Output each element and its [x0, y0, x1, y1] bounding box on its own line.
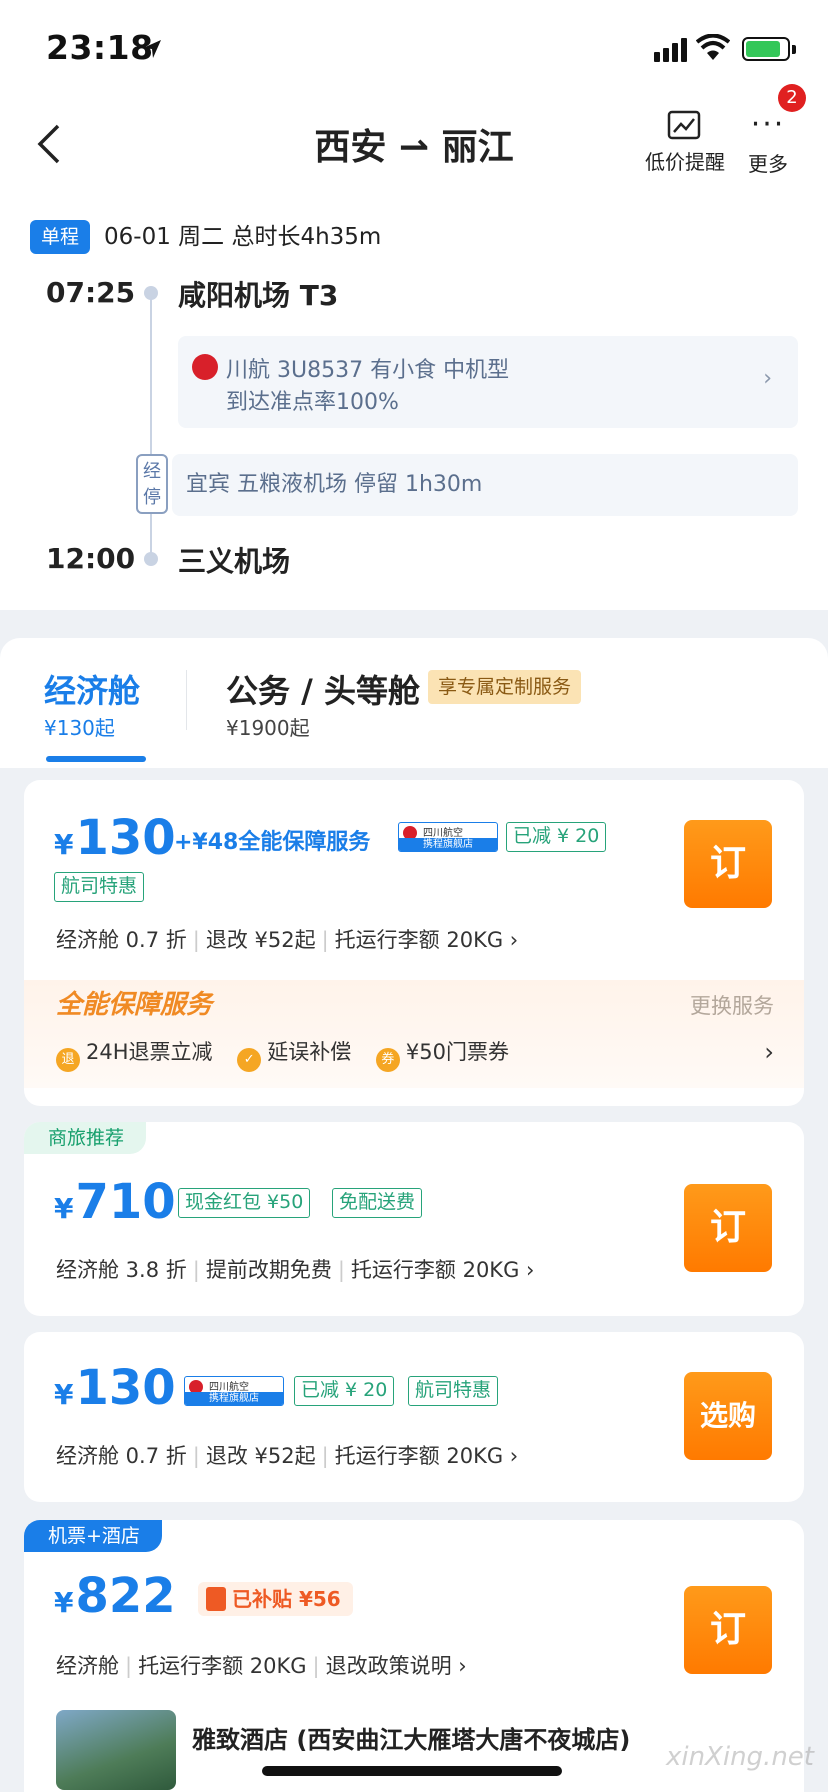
subsidy-tag: 已补贴 ¥56	[198, 1582, 353, 1616]
book-button[interactable]: 订	[684, 1586, 772, 1674]
stopover-info: 宜宾 五粮液机场 停留 1h30m	[172, 454, 798, 516]
cabin-tabs: 经济舱 ¥130起 公务 / 头等舱 ¥1900起 享专属定制服务	[0, 638, 828, 768]
fare-price: ¥822	[54, 1568, 176, 1624]
hotel-name: 雅致酒店 (西安曲江大雁塔大唐不夜城店)	[192, 1726, 631, 1754]
business-label: 公务 / 头等舱	[226, 672, 420, 710]
airline-special-tag: 航司特惠	[54, 872, 145, 902]
location-arrow-icon	[143, 40, 161, 58]
arrival-airport: 三义机场	[178, 545, 291, 578]
protection-service-panel[interactable]: 全能保障服务 更换服务 退 24H退票立减 ✓ 延误补偿 券 ¥50门票券 ›	[24, 980, 804, 1088]
fare-info: 经济舱 0.7 折 | 退改 ¥52起 | 托运行李额 20KG ›	[56, 1444, 519, 1468]
cash-bonus-tag: 现金红包 ¥50	[178, 1188, 311, 1218]
airline-special-tag: 航司特惠	[408, 1376, 499, 1406]
tab-divider	[186, 670, 187, 730]
battery-nub	[792, 45, 796, 54]
timeline-dot-arrival	[144, 552, 158, 566]
trip-date-summary: 06-01 周二 总时长4h35m	[104, 224, 382, 250]
shield-icon: ✓	[237, 1048, 262, 1072]
wifi-icon	[696, 34, 730, 60]
more-button[interactable]: ··· 更多	[740, 110, 796, 177]
cellular-signal-icon	[654, 38, 687, 62]
red-packet-icon	[206, 1587, 226, 1611]
price-alert-label: 低价提醒	[645, 150, 725, 174]
top-nav: 西安 ⇀ 丽江 低价提醒 ··· 更多 2	[0, 84, 828, 196]
departure-time: 07:25	[46, 276, 136, 309]
fare-info: 经济舱 0.7 折 | 退改 ¥52起 | 托运行李额 20KG ›	[56, 928, 519, 952]
book-button[interactable]: 订	[684, 820, 772, 908]
notification-badge: 2	[778, 84, 806, 112]
airline-flagship-badge: 四川航空 携程旗舰店	[398, 822, 498, 852]
ticket-icon: 券	[375, 1048, 400, 1072]
more-dots-icon: ···	[750, 107, 786, 142]
stopover-tag: 经停	[136, 454, 168, 514]
on-time-rate: 到达准点率100%	[226, 390, 399, 415]
free-delivery-tag: 免配送费	[332, 1188, 423, 1218]
fare-card[interactable]: ¥130 四川航空 携程旗舰店 已减 ¥ 20 航司特惠 经济舱 0.7 折 | 退…	[24, 1332, 804, 1502]
select-purchase-button[interactable]: 选购	[684, 1372, 772, 1460]
discount-tag: 已减 ¥ 20	[506, 822, 607, 852]
discount-tag: 已减 ¥ 20	[294, 1376, 395, 1406]
battery-icon	[742, 37, 790, 61]
chevron-right-icon: ›	[763, 366, 772, 391]
flight-detail-row[interactable]: 川航 3U8537 有小食 中机型 到达准点率100% ›	[178, 336, 798, 428]
hotel-thumbnail	[56, 1710, 176, 1790]
price-alert-button[interactable]: 低价提醒	[640, 110, 730, 175]
status-time: 23:18	[46, 28, 154, 67]
flight-hotel-ribbon: 机票+酒店	[24, 1520, 162, 1552]
fare-card[interactable]: 商旅推荐 ¥710 现金红包 ¥50 免配送费 经济舱 3.8 折 | 提前改期免费…	[24, 1122, 804, 1316]
trip-type-badge: 单程	[30, 220, 90, 254]
fare-card[interactable]: ¥130 +¥48全能保障服务 四川航空 携程旗舰店 已减 ¥ 20 航司特惠 …	[24, 780, 804, 1106]
active-tab-indicator	[46, 756, 146, 762]
fare-price: ¥130	[54, 810, 176, 866]
chevron-right-icon: ›	[764, 1038, 774, 1066]
service-title: 全能保障服务	[56, 990, 213, 1020]
economy-label: 经济舱	[44, 672, 141, 710]
economy-price: ¥130起	[44, 716, 115, 740]
service-items: 退 24H退票立减 ✓ 延误补偿 券 ¥50门票券	[56, 1036, 527, 1072]
home-indicator[interactable]	[262, 1766, 562, 1776]
book-button[interactable]: 订	[684, 1184, 772, 1272]
arrival-time: 12:00	[46, 542, 136, 575]
bundle-service-label: +¥48全能保障服务	[174, 830, 371, 855]
business-travel-ribbon: 商旅推荐	[24, 1122, 147, 1154]
business-price: ¥1900起	[226, 716, 310, 740]
status-bar: 23:18	[0, 0, 828, 96]
timeline-line	[150, 292, 152, 562]
business-service-tag: 享专属定制服务	[428, 670, 582, 704]
timeline-dot-departure	[144, 286, 158, 300]
refund-icon: 退	[56, 1048, 80, 1072]
fare-info: 经济舱 3.8 折 | 提前改期免费 | 托运行李额 20KG ›	[56, 1258, 535, 1282]
departure-airport: 咸阳机场 T3	[178, 279, 339, 312]
fare-price: ¥710	[54, 1174, 176, 1230]
itinerary-section: 单程 06-01 周二 总时长4h35m 07:25 咸阳机场 T3 川航 3U…	[0, 196, 828, 610]
fare-info: 经济舱 | 托运行李额 20KG | 退改政策说明 ›	[56, 1654, 467, 1678]
change-service-link[interactable]: 更换服务	[690, 990, 774, 1020]
flight-info: 川航 3U8537 有小食 中机型	[226, 358, 510, 383]
airline-flagship-badge: 四川航空 携程旗舰店	[184, 1376, 284, 1406]
more-label: 更多	[748, 152, 788, 176]
watermark: xinXing.net	[665, 1742, 814, 1772]
fare-price: ¥130	[54, 1360, 176, 1416]
chart-alert-icon	[667, 110, 701, 140]
sichuan-airlines-logo-icon	[192, 354, 218, 380]
